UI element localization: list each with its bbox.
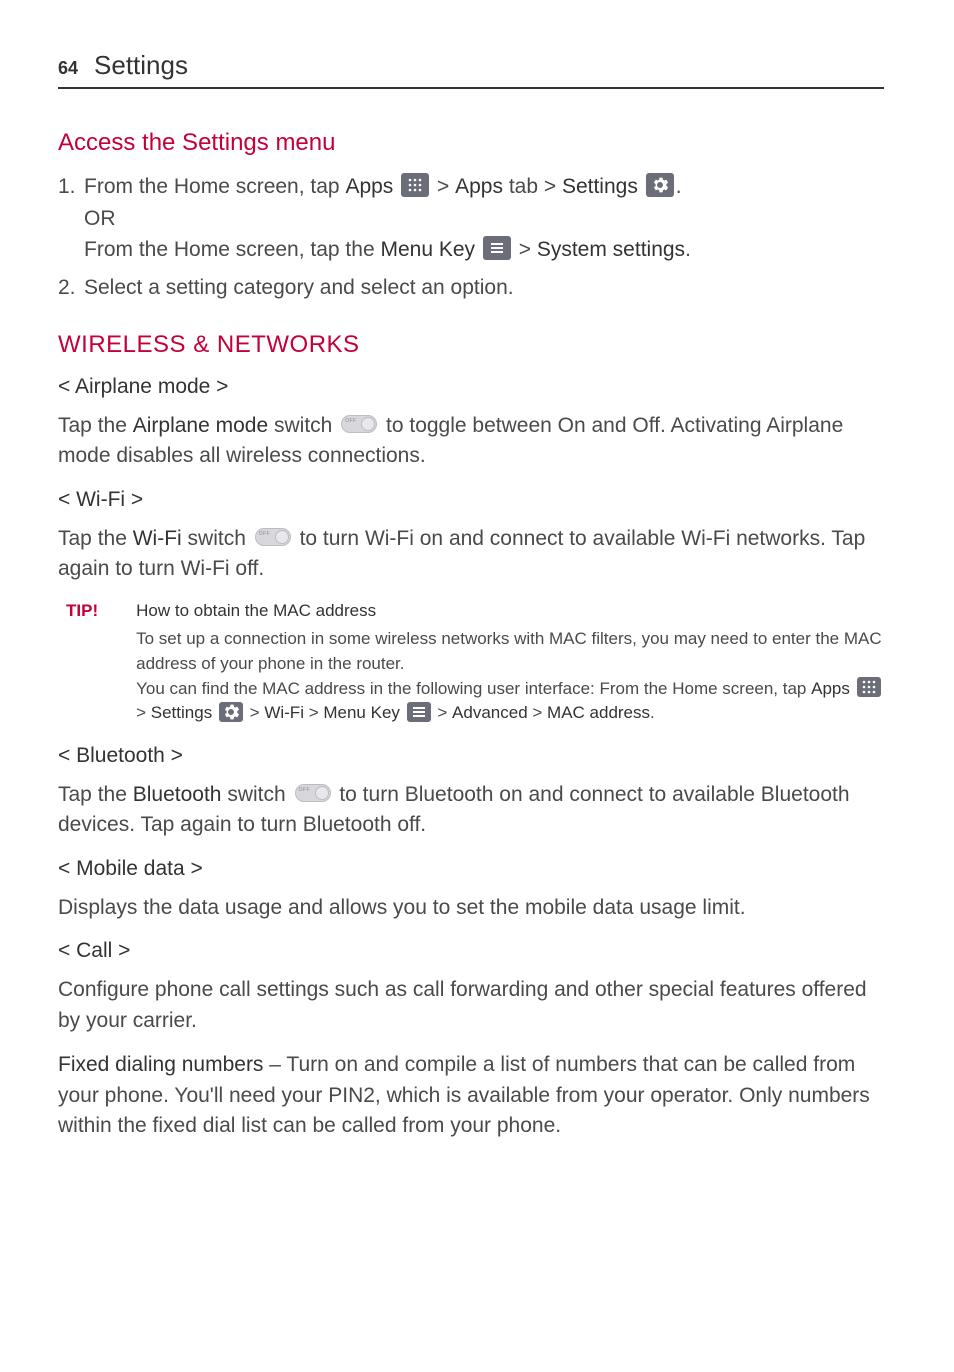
step-text: Select a setting category and select an … — [84, 276, 514, 299]
tip-text: > — [437, 703, 452, 722]
text: switch — [268, 414, 338, 437]
subheading-bluetooth: < Bluetooth > — [58, 744, 884, 768]
label-wifi: Wi-Fi — [264, 703, 304, 722]
apps-icon — [401, 173, 429, 197]
switch-icon — [295, 784, 331, 802]
paragraph-mobile-data: Displays the data usage and allows you t… — [58, 893, 884, 923]
tip-text: > — [250, 703, 265, 722]
tip-text: To set up a connection in some wireless … — [136, 629, 882, 673]
step-text: . — [685, 238, 691, 261]
step-2: 2. Select a setting category and select … — [58, 272, 884, 304]
page: 64 Settings Access the Settings menu 1. … — [0, 0, 954, 1205]
tip-text: > — [136, 703, 151, 722]
label-system-settings: System settings — [537, 238, 685, 261]
label-airplane-mode: Airplane mode — [133, 414, 268, 437]
page-title: Settings — [94, 50, 188, 81]
step-or: OR — [84, 207, 116, 230]
tip-title: How to obtain the MAC address — [136, 599, 884, 624]
label-apps: Apps — [811, 679, 850, 698]
settings-icon — [219, 702, 243, 722]
menu-icon — [483, 236, 511, 260]
heading-wireless-networks: WIRELESS & NETWORKS — [58, 331, 884, 359]
paragraph-wifi: Tap the Wi-Fi switch to turn Wi-Fi on an… — [58, 524, 884, 585]
paragraph-bluetooth: Tap the Bluetooth switch to turn Bluetoo… — [58, 780, 884, 841]
label-apps-tab: Apps — [455, 175, 503, 198]
step-number: 1. — [58, 171, 76, 203]
label-wifi: Wi-Fi — [133, 527, 182, 550]
step-text: > — [519, 238, 537, 261]
tip-box: TIP! How to obtain the MAC address To se… — [66, 599, 884, 726]
page-header: 64 Settings — [58, 50, 884, 89]
step-text: From the Home screen, tap the — [84, 238, 380, 261]
label-apps: Apps — [345, 175, 393, 198]
label-mac-address: MAC address — [547, 703, 650, 722]
text: switch — [221, 783, 291, 806]
step-text: From the Home screen, tap — [84, 175, 345, 198]
tip-text: . — [650, 703, 655, 722]
subheading-wifi: < Wi-Fi > — [58, 488, 884, 512]
tip-text: You can find the MAC address in the foll… — [136, 679, 811, 698]
switch-icon — [255, 528, 291, 546]
step-text: . — [676, 175, 682, 198]
paragraph-airplane: Tap the Airplane mode switch to toggle b… — [58, 411, 884, 472]
label-bluetooth: Bluetooth — [133, 783, 222, 806]
subheading-mobile-data: < Mobile data > — [58, 857, 884, 881]
tip-label: TIP! — [66, 599, 98, 726]
paragraph-call-1: Configure phone call settings such as ca… — [58, 975, 884, 1036]
heading-access-settings: Access the Settings menu — [58, 129, 884, 157]
label-fixed-dialing: Fixed dialing numbers — [58, 1053, 263, 1076]
text: switch — [182, 527, 252, 550]
step-number: 2. — [58, 272, 76, 304]
subheading-call: < Call > — [58, 939, 884, 963]
menu-icon — [407, 702, 431, 722]
tip-body: How to obtain the MAC address To set up … — [136, 599, 884, 726]
label-menu-key: Menu Key — [323, 703, 400, 722]
switch-icon — [341, 415, 377, 433]
step-text: tab > — [503, 175, 562, 198]
label-settings: Settings — [562, 175, 638, 198]
step-1: 1. From the Home screen, tap Apps > Apps… — [58, 171, 884, 266]
text: Tap the — [58, 527, 133, 550]
text: Tap the — [58, 783, 133, 806]
label-menu-key: Menu Key — [380, 238, 475, 261]
subheading-airplane: < Airplane mode > — [58, 375, 884, 399]
paragraph-call-2: Fixed dialing numbers – Turn on and comp… — [58, 1050, 884, 1141]
settings-icon — [646, 173, 674, 197]
label-settings: Settings — [151, 703, 212, 722]
apps-icon — [857, 677, 881, 697]
step-text: > — [437, 175, 455, 198]
tip-text: > — [304, 703, 323, 722]
text: Tap the — [58, 414, 133, 437]
tip-text: > — [528, 703, 547, 722]
steps-list: 1. From the Home screen, tap Apps > Apps… — [58, 171, 884, 303]
page-number: 64 — [58, 58, 78, 79]
label-advanced: Advanced — [452, 703, 528, 722]
